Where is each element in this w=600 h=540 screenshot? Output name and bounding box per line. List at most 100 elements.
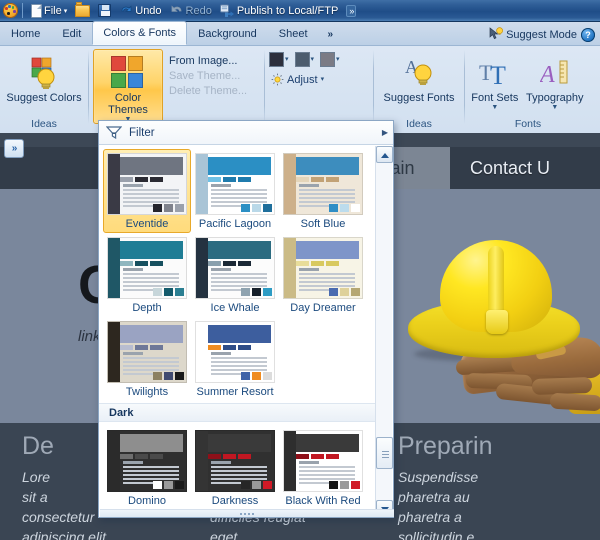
swatch-1[interactable]: ▾ [269, 52, 289, 67]
theme-item[interactable]: Soft Blue [279, 149, 367, 233]
thumb-sidebar [108, 322, 120, 383]
chevron-right-icon[interactable]: ▶ [377, 128, 393, 137]
tab-colors-and-fonts[interactable]: Colors & Fonts [92, 21, 187, 45]
adjust-button[interactable]: Adjust ▾ [265, 67, 373, 86]
gallery-filter-bar[interactable]: Filter ▶ [99, 121, 393, 145]
thumb-banner [120, 325, 183, 343]
swatch-2[interactable]: ▾ [295, 52, 315, 67]
group-body: T T Font Sets ▼ A [465, 46, 591, 118]
theme-item[interactable]: Day Dreamer [279, 233, 367, 317]
thumb-palette-chips [153, 288, 184, 296]
thumb-banner [120, 434, 183, 452]
tab-background[interactable]: Background [187, 22, 268, 45]
swatch-row: ▾ ▾ ▾ [265, 46, 373, 67]
letter-a-ruler-icon: A [540, 54, 570, 90]
open-button[interactable] [71, 1, 94, 20]
thumb-palette-chips [153, 481, 184, 489]
redo-button[interactable]: Redo [166, 1, 216, 20]
theme-grid: Domino Darkness Black With Red [99, 422, 375, 512]
theme-item[interactable]: Depth [103, 233, 191, 317]
scrollbar-thumb[interactable] [376, 437, 393, 469]
suggest-colors-label: Suggest Colors [6, 92, 81, 104]
gallery-scrollbar[interactable] [375, 146, 392, 517]
suggest-fonts-label: Suggest Fonts [384, 92, 455, 104]
thumb-nav [208, 176, 274, 182]
save-icon [98, 4, 111, 17]
suggest-fonts-button[interactable]: A Suggest Fonts [378, 49, 460, 105]
theme-name: Black With Red [285, 495, 360, 507]
page-column: Preparin Suspendisse pharetra au pharetr… [398, 423, 583, 540]
tab-overflow-button[interactable]: » [319, 22, 343, 45]
undo-label: Undo [135, 5, 161, 17]
typography-button[interactable]: A Typography ▼ [523, 49, 587, 112]
gallery-filter-label: Filter [129, 127, 377, 139]
publish-button[interactable]: Publish to Local/FTP [216, 1, 343, 20]
font-sets-label: Font Sets [471, 92, 518, 104]
theme-thumbnail [195, 153, 275, 215]
color-themes-button[interactable]: Color Themes ▼ [93, 49, 163, 124]
theme-thumbnail [283, 153, 363, 215]
thumb-palette-chips [329, 288, 360, 296]
thumb-banner [296, 157, 359, 175]
thumb-palette-chips [241, 372, 272, 380]
qat-overflow-button[interactable]: » [346, 5, 356, 17]
gallery-content: EventidePacific LagoonSoft Blue Depth Ice … [99, 145, 375, 512]
theme-item[interactable]: Black With Red [279, 426, 367, 510]
thumb-sidebar [108, 238, 120, 299]
file-button[interactable]: File ▾ [27, 1, 71, 20]
theme-item[interactable]: Ice Whale [191, 233, 279, 317]
theme-thumbnail [107, 237, 187, 299]
gallery-resize-grip[interactable] [100, 509, 394, 517]
color-themes-icon [111, 54, 145, 90]
help-icon[interactable]: ? [581, 28, 595, 42]
theme-name: Depth [132, 302, 161, 314]
theme-item[interactable]: Pacific Lagoon [191, 149, 279, 233]
save-button[interactable] [94, 1, 115, 20]
brightness-icon [271, 73, 284, 86]
suggest-colors-button[interactable]: Suggest Colors [4, 49, 84, 105]
page-icon [31, 4, 42, 18]
thumb-nav [120, 176, 186, 182]
thumb-banner [296, 241, 359, 259]
tab-edit[interactable]: Edit [51, 22, 92, 45]
delete-theme-command[interactable]: Delete Theme... [165, 84, 251, 98]
svg-text:T: T [490, 61, 506, 90]
thumb-sidebar [284, 238, 296, 299]
theme-name: Darkness [212, 495, 258, 507]
theme-item[interactable]: Twilights [103, 317, 191, 401]
scroll-up-button[interactable] [376, 146, 393, 163]
theme-item[interactable]: Domino [103, 426, 191, 510]
gallery-section-header: Dark [99, 403, 375, 422]
theme-item[interactable]: Darkness [191, 426, 279, 510]
font-sets-button[interactable]: T T Font Sets ▼ [469, 49, 521, 112]
swatch-3[interactable]: ▾ [320, 52, 340, 67]
group-body: Suggest Colors [0, 46, 88, 118]
color-themes-gallery: Filter ▶ EventidePacific LagoonSoft Blue… [98, 120, 394, 518]
palette-icon[interactable] [3, 3, 18, 18]
hardhat-gloves-photo [400, 228, 600, 423]
from-image-command[interactable]: From Image... [165, 54, 251, 68]
tab-home[interactable]: Home [0, 22, 51, 45]
chevron-down-icon: ▾ [321, 76, 325, 83]
save-theme-command[interactable]: Save Theme... [165, 69, 251, 83]
undo-button[interactable]: Undo [115, 1, 165, 20]
cursor-bulb-icon [489, 27, 504, 42]
theme-item[interactable]: Summer Resort [191, 317, 279, 401]
column-body: Suspendisse pharetra au pharetra a solli… [398, 461, 583, 540]
open-folder-icon [75, 5, 90, 17]
thumb-banner [208, 241, 271, 259]
expand-panel-button[interactable]: » [4, 139, 24, 158]
suggest-mode-toggle[interactable]: Suggest Mode [489, 27, 577, 42]
triangle-up-icon [381, 153, 389, 158]
nav-item-contact-us[interactable]: Contact U [470, 147, 550, 189]
theme-item[interactable]: Eventide [103, 149, 191, 233]
theme-thumbnail [107, 153, 187, 215]
thumb-palette-chips [329, 481, 360, 489]
tab-sheet[interactable]: Sheet [268, 22, 319, 45]
thumb-sidebar [108, 431, 120, 492]
ribbon-right-controls: Suggest Mode ? [489, 27, 600, 45]
theme-thumbnail [283, 430, 363, 492]
thumb-sidebar [108, 154, 120, 215]
divider [22, 3, 23, 18]
bulb-swatches-icon [24, 54, 64, 90]
